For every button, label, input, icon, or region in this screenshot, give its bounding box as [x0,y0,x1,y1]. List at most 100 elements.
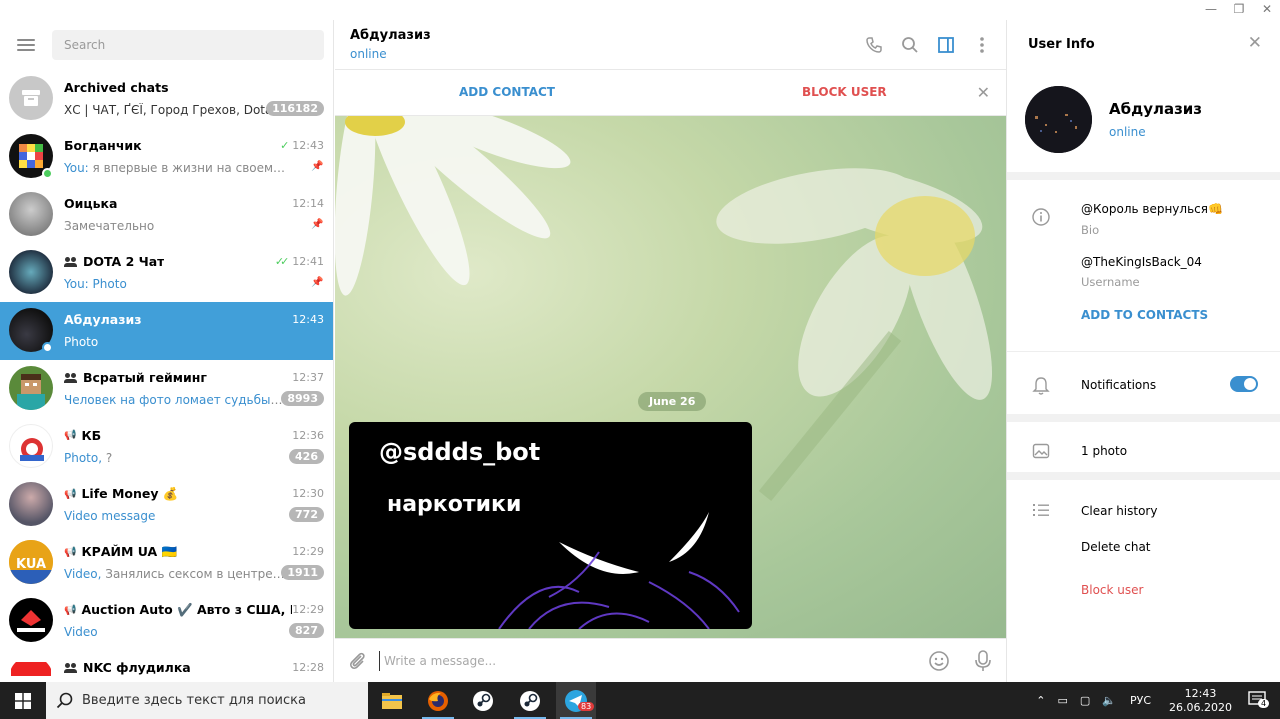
unread-badge: 8993 [281,391,324,406]
taskbar-search-input[interactable] [46,682,368,719]
microphone-icon[interactable] [974,649,992,677]
block-user-link[interactable]: Block user [1081,583,1143,597]
notifications-row[interactable]: Notifications [1007,352,1280,422]
chat-item-active[interactable]: Абдулазиз 12:43 Photo [0,302,333,360]
chat-last-message: Video message [64,509,156,523]
avatar: KUA [9,540,53,584]
chat-item-archived[interactable]: Archived chats ХС | ЧАТ, ҐЄЇ, Город Грех… [0,70,333,128]
avatar [9,482,53,526]
chat-name: Абдулазиз [64,312,142,327]
close-icon[interactable]: ✕ [977,83,990,102]
contact-action-bar: ADD CONTACT BLOCK USER ✕ [335,70,1006,116]
add-contact-button[interactable]: ADD CONTACT [459,85,555,99]
unread-badge: 426 [289,449,324,464]
action-center-icon[interactable]: 4 [1248,691,1270,710]
bio-text: @Король вернулься👊 [1081,202,1223,216]
search-input[interactable] [52,30,324,60]
taskbar-search-icon [56,692,73,713]
profile-avatar[interactable] [1025,86,1092,153]
notifications-toggle[interactable] [1230,376,1258,392]
steam-icon[interactable] [463,682,503,719]
chat-name: Всратый гейминг [64,370,207,385]
channel-megaphone-icon: 📢 [64,604,77,616]
search-icon[interactable] [900,35,920,55]
photo-caption-text: наркотики [387,492,522,517]
steam-running-icon[interactable] [510,682,550,719]
photo-message[interactable]: @sddds_bot наркотики [349,422,752,629]
chat-item[interactable]: NKC флудилка 12:28 [0,650,333,682]
telegram-icon[interactable]: 83 [556,682,596,719]
pin-icon: 📌 [311,161,324,172]
add-to-contacts-button[interactable]: ADD TO CONTACTS [1081,308,1208,322]
date-separator: June 26 [638,392,707,411]
phone-icon[interactable] [864,35,884,55]
group-icon [64,662,78,673]
photos-count: 1 photo [1081,444,1128,458]
message-composer [335,638,1006,682]
chat-time: 12:29 [292,603,324,616]
chat-item[interactable]: DOTA 2 Чат ✓✓ 12:41 You: Photo 📌 [0,244,333,302]
firefox-icon[interactable] [418,682,458,719]
windows-start-icon[interactable] [0,682,46,719]
notification-count-badge: 4 [1258,699,1270,708]
avatar [9,656,53,682]
channel-megaphone-icon: 📢 [64,546,77,558]
avatar [9,192,53,236]
clock-time: 12:43 [1184,686,1217,700]
chevron-up-icon[interactable]: ⌃ [1036,694,1045,707]
close-icon[interactable]: ✕ [1248,33,1262,53]
user-profile: Абдулазиз online [1007,70,1280,180]
delete-chat-button[interactable]: Delete chat [1081,540,1151,554]
chat-last-message: You: я впервые в жизни на своем ноуте [64,161,286,175]
pin-icon: 📌 [311,277,324,288]
chat-time: ✓ 12:43 [280,139,324,152]
chat-last-message: ХС | ЧАТ, ҐЄЇ, Город Грехов, Dota... [64,103,284,117]
hamburger-menu-icon[interactable] [17,39,35,51]
unread-badge: 116182 [266,101,324,116]
chat-name: DOTA 2 Чат [64,254,164,269]
chat-wallpaper: June 26 @sddds_bot наркотики [335,116,1006,638]
emoji-icon[interactable] [928,650,950,676]
username-text[interactable]: @TheKingIsBack_04 [1081,255,1202,269]
chat-time: 12:30 [292,487,324,500]
shared-photos-row[interactable]: 1 photo [1007,422,1280,480]
clock[interactable]: 12:43 26.06.2020 [1169,687,1232,715]
chat-time: 12:43 [292,313,324,326]
close-window-icon[interactable]: ✕ [1260,2,1274,16]
chat-item[interactable]: Богданчик ✓ 12:43 You: я впервые в жизни … [0,128,333,186]
minimize-icon[interactable]: — [1204,2,1218,16]
channel-megaphone-icon: 📢 [64,488,77,500]
volume-icon[interactable]: 🔈 [1102,694,1116,707]
chat-item[interactable]: KUA 📢 КРАЙМ UA 🇺🇦 12:29 Video, Занялись с… [0,534,333,592]
photo-caption-bot: @sddds_bot [379,438,541,466]
more-vertical-icon[interactable] [972,35,992,55]
chat-panel: Абдулазиз online ADD CONTACT BLOCK USER … [335,20,1006,682]
chat-time: 12:29 [292,545,324,558]
chat-item[interactable]: Оицька 12:14 Замечательно 📌 [0,186,333,244]
group-icon [64,256,78,267]
file-explorer-icon[interactable] [372,682,412,719]
clear-history-button[interactable]: Clear history [1081,504,1157,518]
clock-date: 26.06.2020 [1169,700,1232,714]
chat-last-message: Photo, ? [64,451,113,465]
network-icon[interactable]: ▢ [1080,694,1090,707]
battery-icon[interactable]: ▭ [1057,694,1067,707]
user-info-title: User Info [1028,37,1095,52]
chat-item[interactable]: 📢Auction Auto ✔️ Авто з США, Ка... 12:29… [0,592,333,650]
chat-header: Абдулазиз online [335,20,1006,70]
language-indicator[interactable]: РУС [1130,694,1151,707]
chat-item[interactable]: 📢 КБ 12:36 Photo, ? 426 [0,418,333,476]
restore-icon[interactable]: ❐ [1232,2,1246,16]
sidebar-toggle-icon[interactable] [936,35,956,55]
chat-list-header [0,20,333,70]
chat-name: Archived chats [64,80,169,95]
chat-item[interactable]: Всратый гейминг 12:37 Человек на фото ло… [0,360,333,418]
chat-title[interactable]: Абдулазиз [350,28,431,43]
message-input[interactable] [379,651,879,671]
block-user-button[interactable]: BLOCK USER [802,85,887,99]
image-icon [1032,442,1050,460]
chat-item[interactable]: 📢 Life Money 💰 12:30 Video message 772 [0,476,333,534]
chat-list-panel: Archived chats ХС | ЧАТ, ҐЄЇ, Город Грех… [0,20,334,682]
attach-paperclip-icon[interactable] [347,650,367,676]
chat-time: 12:36 [292,429,324,442]
